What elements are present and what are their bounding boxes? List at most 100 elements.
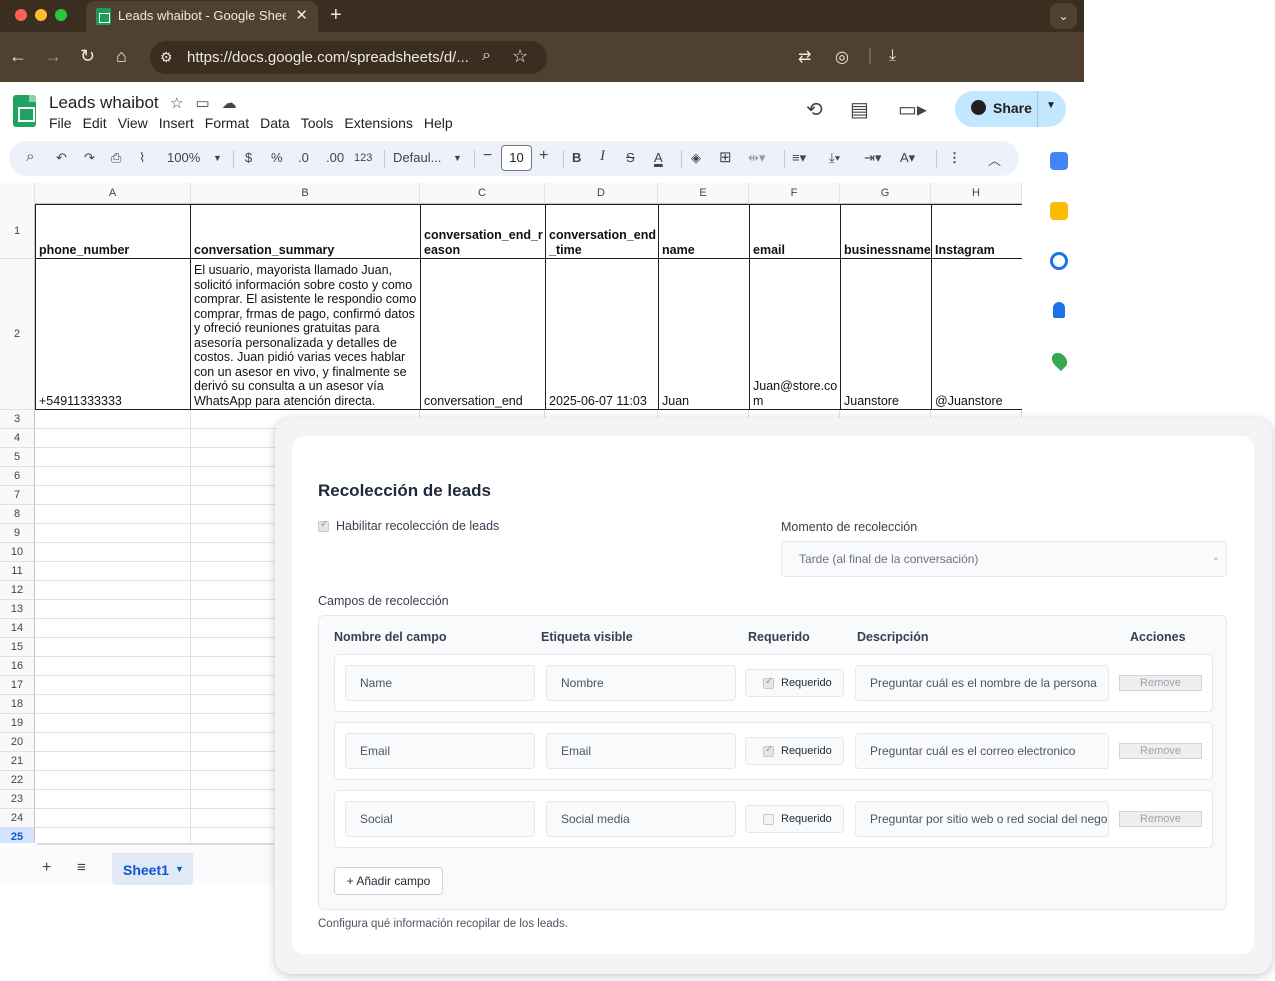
empty-cell[interactable]: [35, 562, 191, 581]
empty-cell[interactable]: [35, 467, 191, 486]
add-sheet-icon[interactable]: +: [42, 859, 51, 877]
font-caret-icon[interactable]: ▼: [453, 153, 462, 163]
increase-font-size-icon[interactable]: +: [539, 147, 548, 165]
column-header-f[interactable]: F: [749, 183, 840, 204]
remove-field-button[interactable]: Remove: [1119, 743, 1202, 759]
font-select[interactable]: Defaul...: [393, 150, 441, 165]
keep-icon[interactable]: [1050, 202, 1068, 220]
collapse-menus-icon[interactable]: ︿: [988, 150, 1001, 169]
strikethrough-icon[interactable]: S: [626, 150, 635, 165]
field-label-input[interactable]: Social media: [546, 801, 736, 837]
more-options-icon[interactable]: ⋮: [948, 150, 961, 166]
download-icon[interactable]: ⤓: [889, 47, 896, 65]
zoom-select[interactable]: 100%: [167, 150, 200, 165]
cell-b2[interactable]: El usuario, mayorista llamado Juan, soli…: [190, 258, 421, 410]
column-header-e[interactable]: E: [658, 183, 749, 204]
tasks-icon[interactable]: [1050, 252, 1068, 270]
field-description-input[interactable]: Preguntar por sitio web o red social del…: [855, 801, 1109, 837]
cell-d2[interactable]: 2025-06-07 11:03: [545, 258, 659, 410]
required-toggle[interactable]: Requerido: [745, 669, 844, 697]
row-header[interactable]: 7: [0, 486, 35, 505]
cell-g1[interactable]: businessname: [840, 204, 932, 259]
document-title[interactable]: Leads whaibot: [49, 93, 159, 113]
row-header[interactable]: 21: [0, 752, 35, 771]
increase-decimal-button[interactable]: .00: [326, 150, 344, 165]
new-tab-button[interactable]: +: [330, 4, 342, 27]
required-checkbox[interactable]: [763, 676, 774, 689]
tab-search-button[interactable]: ⌄: [1050, 3, 1077, 29]
row-header[interactable]: 18: [0, 695, 35, 714]
empty-cell[interactable]: [35, 790, 191, 809]
row-header[interactable]: 1: [0, 204, 35, 259]
zoom-icon[interactable]: ⌕: [482, 47, 491, 65]
cell-d1[interactable]: conversation_end _time: [545, 204, 659, 259]
close-window-button[interactable]: [15, 9, 27, 21]
row-header[interactable]: 13: [0, 600, 35, 619]
field-name-input[interactable]: Email: [345, 733, 535, 769]
field-label-input[interactable]: Nombre: [546, 665, 736, 701]
share-button[interactable]: Share ▼: [955, 91, 1066, 127]
menu-edit[interactable]: Edit: [83, 115, 107, 131]
required-checkbox[interactable]: [763, 744, 774, 757]
field-label-input[interactable]: Email: [546, 733, 736, 769]
cell-c2[interactable]: conversation_end: [420, 258, 546, 410]
empty-cell[interactable]: [35, 486, 191, 505]
menu-tools[interactable]: Tools: [301, 115, 334, 131]
address-bar[interactable]: ⚙ https://docs.google.com/spreadsheets/d…: [150, 41, 547, 74]
share-dropdown-icon[interactable]: ▼: [1046, 100, 1056, 111]
empty-cell[interactable]: [35, 657, 191, 676]
row-header[interactable]: 22: [0, 771, 35, 790]
row-header[interactable]: 3: [0, 410, 35, 429]
row-header[interactable]: 2: [0, 259, 35, 410]
menu-help[interactable]: Help: [424, 115, 453, 131]
lens-icon[interactable]: ◎: [835, 47, 849, 67]
menu-format[interactable]: Format: [205, 115, 249, 131]
required-toggle[interactable]: Requerido: [745, 737, 844, 765]
version-history-icon[interactable]: ⟲: [806, 97, 823, 122]
empty-cell[interactable]: [35, 505, 191, 524]
currency-format-button[interactable]: $: [245, 150, 252, 165]
row-header[interactable]: 19: [0, 714, 35, 733]
all-sheets-icon[interactable]: ≡: [77, 859, 86, 876]
translate-icon[interactable]: ⇄: [798, 47, 811, 67]
empty-cell[interactable]: [35, 619, 191, 638]
borders-icon[interactable]: ⊞: [719, 148, 732, 166]
reload-icon[interactable]: ↻: [80, 46, 95, 66]
site-info-icon[interactable]: ⚙: [160, 49, 173, 66]
row-header[interactable]: 14: [0, 619, 35, 638]
enable-collection-label[interactable]: Habilitar recolección de leads: [336, 519, 499, 533]
fill-color-icon[interactable]: ◈: [691, 150, 701, 166]
column-header-g[interactable]: G: [840, 183, 931, 204]
remove-field-button[interactable]: Remove: [1119, 811, 1202, 827]
empty-cell[interactable]: [35, 809, 191, 828]
row-header[interactable]: 23: [0, 790, 35, 809]
row-header[interactable]: 12: [0, 581, 35, 600]
paint-format-icon[interactable]: ⌇: [139, 150, 145, 166]
select-all-corner[interactable]: [0, 183, 35, 204]
row-header[interactable]: 16: [0, 657, 35, 676]
menu-file[interactable]: File: [49, 115, 72, 131]
meet-icon[interactable]: ▭▸: [898, 97, 927, 122]
maps-icon[interactable]: [1048, 349, 1071, 372]
cell-h1[interactable]: Instagram: [931, 204, 1022, 259]
empty-cell[interactable]: [35, 581, 191, 600]
menu-extensions[interactable]: Extensions: [344, 115, 412, 131]
field-name-input[interactable]: Social: [345, 801, 535, 837]
column-header-d[interactable]: D: [545, 183, 658, 204]
empty-cell[interactable]: [35, 676, 191, 695]
row-header[interactable]: 4: [0, 429, 35, 448]
font-size-input[interactable]: 10: [501, 145, 532, 171]
cell-e1[interactable]: name: [658, 204, 750, 259]
empty-cell[interactable]: [35, 771, 191, 790]
field-name-input[interactable]: Name: [345, 665, 535, 701]
row-header[interactable]: 9: [0, 524, 35, 543]
column-header-b[interactable]: B: [191, 183, 420, 204]
cell-h2[interactable]: @Juanstore: [931, 258, 1022, 410]
menu-data[interactable]: Data: [260, 115, 290, 131]
row-header[interactable]: 17: [0, 676, 35, 695]
moment-select[interactable]: Tarde (al final de la conversación) ⌄: [781, 541, 1227, 577]
decrease-font-size-icon[interactable]: −: [483, 147, 492, 165]
add-field-button[interactable]: + Añadir campo: [334, 867, 443, 895]
print-icon[interactable]: ⎙: [111, 150, 121, 166]
back-icon[interactable]: ←: [9, 46, 27, 66]
